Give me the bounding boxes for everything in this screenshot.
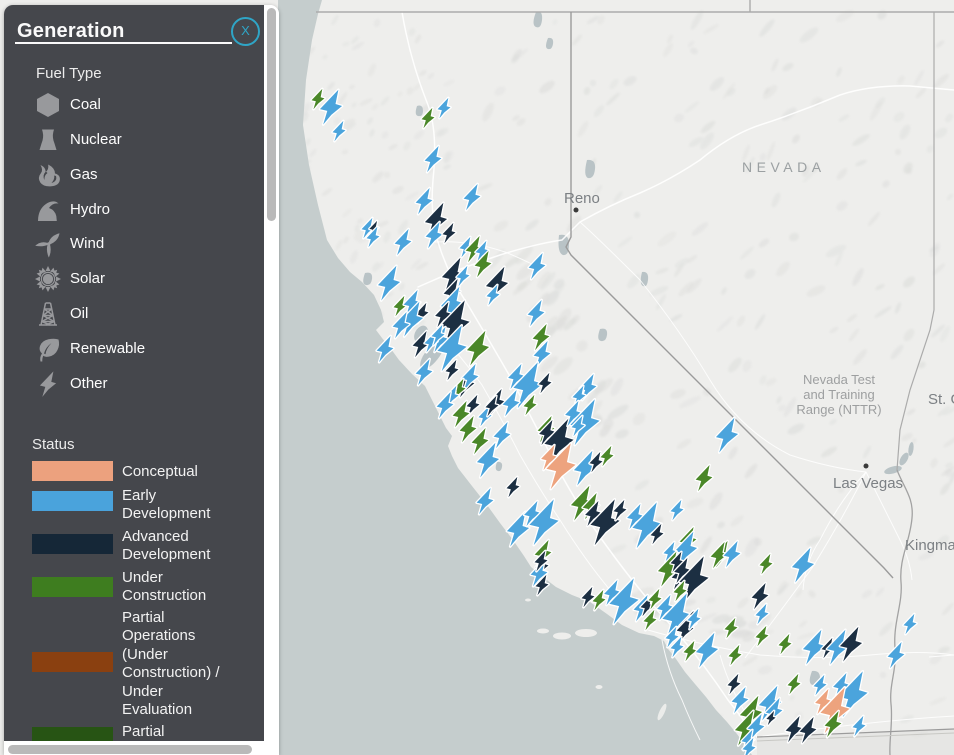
svg-text:NEVADA: NEVADA <box>742 159 826 175</box>
svg-text:Reno: Reno <box>564 190 600 207</box>
svg-text:and Training: and Training <box>803 387 875 402</box>
svg-text:Range (NTTR): Range (NTTR) <box>796 402 881 417</box>
svg-text:St. George: St. George <box>928 391 954 408</box>
svg-text:Las Vegas: Las Vegas <box>833 475 903 492</box>
svg-text:Kingman: Kingman <box>905 537 954 554</box>
svg-text:Nevada Test: Nevada Test <box>803 372 875 387</box>
